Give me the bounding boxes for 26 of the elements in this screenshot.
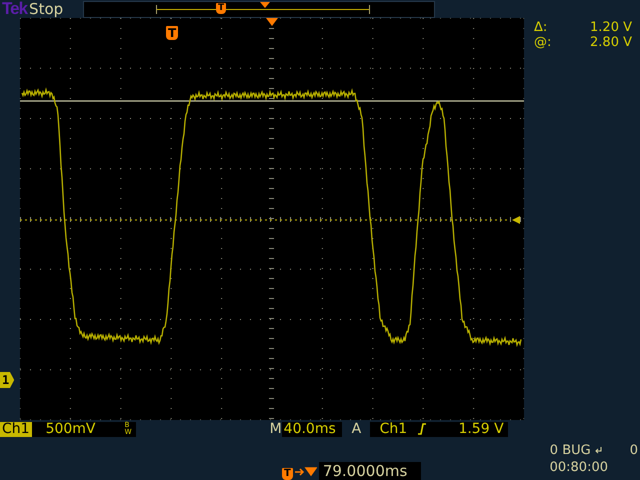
brand-logo: Tek [2, 0, 28, 18]
cursor-readout-label: @: [534, 35, 552, 50]
trigger-level: 1.59 V [458, 422, 504, 436]
trigger-position-marker: T [216, 2, 226, 14]
trigger-level-icon [512, 216, 520, 224]
return-icon [594, 446, 602, 454]
channel-ground-marker: 1 [0, 372, 14, 388]
trigger-position-marker: T [282, 468, 293, 480]
acquisition-status: Stop [29, 0, 64, 18]
rising-edge-icon [417, 423, 428, 435]
timebase-value: 40.0ms [282, 422, 342, 436]
trigger-source: Ch1 [380, 422, 408, 436]
horizontal-position: 79.0000ms [318, 462, 421, 480]
cursor-readout-value: 2.80 V [589, 35, 632, 50]
channel-label: Ch1 [0, 422, 32, 436]
timebase-label: M [270, 421, 282, 437]
status-text: 0 BUG [550, 442, 591, 459]
trigger-position-marker: T [166, 26, 178, 40]
cursor-readout-label: Δ: [534, 20, 548, 35]
arrow-icon [294, 466, 317, 478]
clock-time: 00:80:00 [550, 459, 608, 476]
center-marker-icon [260, 2, 270, 8]
cursor-readout-value: 1.20 V [589, 20, 632, 35]
vertical-scale: 500mV [46, 422, 96, 436]
status-text: 0 [630, 442, 638, 459]
trigger-mode: A [352, 421, 362, 437]
